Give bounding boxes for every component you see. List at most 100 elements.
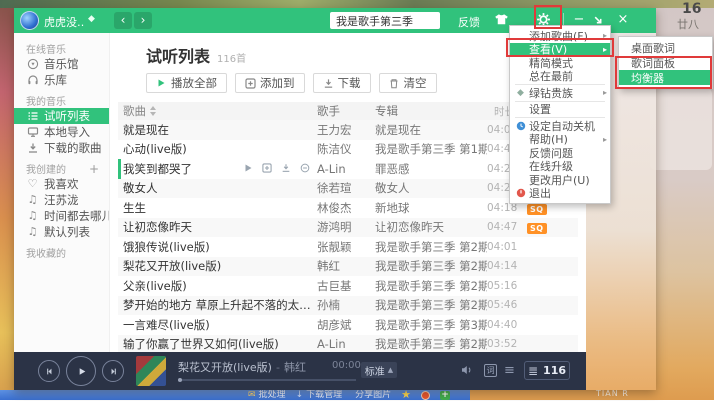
sidebar-item-label: 本地导入 xyxy=(44,124,90,140)
song-duration: 04:14 xyxy=(487,260,515,272)
addto-icon xyxy=(245,78,256,89)
song-title: 一言难尽(live版) xyxy=(123,317,210,333)
sidebar-section-header: 我收藏的 xyxy=(14,245,109,260)
sidebar-item-favorites[interactable]: ♡我喜欢 xyxy=(14,176,109,192)
menu-item-label: 设置 xyxy=(529,101,607,117)
quality-badge-cell: SQ xyxy=(515,220,563,234)
feedback-link[interactable]: 反馈 xyxy=(458,14,480,30)
sidebar-section-header: 在线音乐 xyxy=(14,41,109,56)
progress-handle[interactable] xyxy=(178,378,182,382)
sidebar-item-default-list[interactable]: ♫ 默认列表 xyxy=(14,224,109,240)
sidebar-item-library[interactable]: 乐库 xyxy=(14,72,109,88)
playlist-icon: ≣ xyxy=(528,365,538,377)
header-album[interactable]: 专辑 xyxy=(375,103,487,119)
volume-icon[interactable] xyxy=(461,365,474,376)
play-all-button[interactable]: 播放全部 xyxy=(146,73,227,93)
table-row[interactable]: 让初恋像昨天游鸿明让初恋像昨天04:47SQ xyxy=(118,218,578,238)
header-singer[interactable]: 歌手 xyxy=(317,103,375,119)
monitor-icon xyxy=(26,126,39,138)
sidebar-item-audition-list[interactable]: 试听列表 xyxy=(14,108,109,124)
menu-item[interactable]: 退出 xyxy=(510,187,610,201)
menu-item[interactable]: ◆绿钻贵族▸ xyxy=(510,86,610,100)
button-label: 播放全部 xyxy=(171,75,217,91)
song-cell: 让初恋像昨天 xyxy=(121,219,317,235)
calendar-lunar-date: 廿八 xyxy=(677,16,699,32)
song-title: 就是现在 xyxy=(123,122,169,138)
song-cell: 心动(live版) xyxy=(121,141,317,157)
annotation-box-equalizer xyxy=(615,56,712,89)
sidebar-item-label: 试听列表 xyxy=(44,108,90,124)
quality-selector[interactable]: 标准▲ xyxy=(361,362,397,378)
header-song[interactable]: 歌曲 xyxy=(121,103,317,119)
previous-button[interactable] xyxy=(38,360,60,382)
table-row[interactable]: 饿狼传说(live版)张靓颖我是歌手第三季 第2期04:01 xyxy=(118,237,578,257)
next-button[interactable] xyxy=(102,360,124,382)
song-album: 我是歌手第三季 第2期 xyxy=(375,297,487,313)
button-label: 清空 xyxy=(404,75,427,91)
sidebar-item-label: 默认列表 xyxy=(44,224,90,240)
song-cell: 敬女人 xyxy=(121,180,317,196)
lyrics-icon[interactable]: 词 xyxy=(484,364,497,377)
taskbar-item-label: 批处理 xyxy=(259,390,286,400)
song-cell: 一言难尽(live版) xyxy=(121,317,317,333)
song-album: 让初恋像昨天 xyxy=(375,219,487,235)
playlist-button[interactable]: ≣116 xyxy=(524,361,570,380)
play-button[interactable] xyxy=(66,356,96,386)
sort-icon[interactable] xyxy=(150,106,156,116)
sidebar-item-label: 乐库 xyxy=(44,72,67,88)
blank-icon xyxy=(514,57,527,68)
download-icon[interactable] xyxy=(281,163,292,174)
taskbar-item[interactable]: ↓下载管理 xyxy=(296,390,343,400)
note-icon: ♫ xyxy=(26,194,39,206)
sq-badge: SQ xyxy=(527,204,547,215)
sidebar-item-local-import[interactable]: 本地导入 xyxy=(14,124,109,140)
close-button[interactable]: × xyxy=(615,11,631,29)
avatar[interactable] xyxy=(20,11,39,30)
now-playing[interactable]: 梨花又开放(live版)-韩红 xyxy=(178,359,306,375)
clear-button[interactable]: 清空 xyxy=(379,73,437,93)
song-title: 生生 xyxy=(123,200,146,216)
note-icon: ♫ xyxy=(26,226,39,238)
add-playlist-button[interactable]: + xyxy=(89,162,99,176)
tray-star-icon[interactable]: ★ xyxy=(401,390,411,400)
sidebar-item-downloaded-songs[interactable]: 下载的歌曲 xyxy=(14,140,109,156)
menu-item[interactable]: 总在最前 xyxy=(510,70,610,84)
sidebar-item-time-where-gone[interactable]: ♫时间都去哪儿了 xyxy=(14,208,109,224)
table-row[interactable]: 梦开始的地方 草原上升起不落的太阳(live版)孙楠我是歌手第三季 第2期05:… xyxy=(118,296,578,316)
sidebar-item-music-hall[interactable]: 音乐馆 xyxy=(14,56,109,72)
play-icon[interactable] xyxy=(243,163,254,174)
list-icon xyxy=(26,110,39,122)
table-row[interactable]: 输了你赢了世界又如何(live版)A-Lin我是歌手第三季 第2期03:52 xyxy=(118,335,578,353)
add-to-icon[interactable] xyxy=(262,163,273,174)
playback-time: 00:00 xyxy=(332,360,361,371)
song-duration: 05:16 xyxy=(487,280,515,292)
progress-bar[interactable] xyxy=(178,379,356,381)
submenu-item[interactable]: 桌面歌词 xyxy=(619,40,712,55)
remove-icon[interactable] xyxy=(300,163,311,174)
song-cell: 我笑到都哭了 xyxy=(121,161,317,177)
add-to-button[interactable]: 添加到 xyxy=(235,73,305,93)
song-duration: 04:47 xyxy=(487,221,515,233)
song-cell: 生生 xyxy=(121,200,317,216)
menu-item-label: 总在最前 xyxy=(529,68,607,84)
username-label[interactable]: 虎虎没… xyxy=(44,14,84,30)
song-album: 敬女人 xyxy=(375,180,487,196)
heart-icon: ♡ xyxy=(26,178,39,190)
download-button[interactable]: 下载 xyxy=(313,73,371,93)
menu-item-label: 绿钻贵族 xyxy=(529,85,601,101)
taskbar-item[interactable]: 分享图片 xyxy=(352,390,391,400)
table-row[interactable]: 父亲(live版)古巨基我是歌手第三季 第2期05:16 xyxy=(118,276,578,296)
forward-button[interactable]: › xyxy=(134,12,152,29)
sidebar-item-label: 时间都去哪儿了 xyxy=(44,208,109,224)
menu-item[interactable]: 设置 xyxy=(510,103,610,117)
album-art[interactable] xyxy=(136,356,166,386)
desktop-lyrics-icon[interactable]: ≡ xyxy=(504,363,515,378)
table-row[interactable]: 一言难尽(live版)胡彦斌我是歌手第三季 第3期04:40 xyxy=(118,315,578,335)
sidebar-item-wang-sulong[interactable]: ♫汪苏泷 xyxy=(14,192,109,208)
tray-plus-icon[interactable]: + xyxy=(440,391,450,400)
tray-orange-icon[interactable] xyxy=(421,391,430,400)
taskbar-item[interactable]: ✉批处理 xyxy=(248,390,286,400)
skin-icon[interactable] xyxy=(494,13,509,28)
table-row[interactable]: 梨花又开放(live版)韩红我是歌手第三季 第2期04:14 xyxy=(118,257,578,277)
back-button[interactable]: ‹ xyxy=(114,12,132,29)
